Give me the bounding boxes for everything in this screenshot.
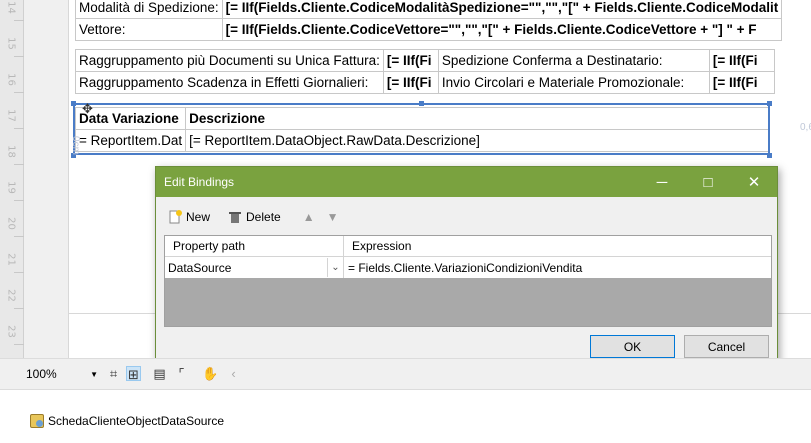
designer-statusbar: 100% ▼ ⌗ ⊞ ▤ ⌜ ✋ ‹ [0,358,811,388]
column-header-expression[interactable]: Expression [344,236,419,256]
snap-to-grid-icon[interactable]: ⊞ [126,366,141,382]
ruler-tick-mark [14,344,24,345]
trash-icon [229,212,242,223]
ruler-tick-label: 22 [5,289,17,302]
move-handle-icon[interactable]: ✥ [82,102,96,116]
object-datasource-icon [30,414,44,428]
property-path-select[interactable]: DataSource ⌄ [165,257,344,278]
table-row[interactable]: Raggruppamento Scadenza in Effetti Giorn… [75,71,776,94]
table-selection-frame[interactable] [73,103,770,155]
close-icon[interactable]: ✕ [731,167,777,197]
ok-button[interactable]: OK [590,335,675,358]
ruler-icon[interactable]: ⌜ [174,366,189,381]
resize-handle[interactable] [71,101,76,106]
dropdown-arrow-icon: ▼ [90,369,98,379]
cancel-button[interactable]: Cancel [684,335,769,358]
resize-handle[interactable] [419,101,424,106]
table-row[interactable]: Modalità di Spedizione: [= IIf(Fields.Cl… [75,0,783,19]
carrier-label[interactable]: Vettore: [75,18,223,41]
ruler-tick-label: 21 [5,253,17,266]
ruler-tick-mark [14,236,24,237]
option-label[interactable]: Spedizione Conferma a Destinatario: [437,49,710,72]
ruler-tick-label: 18 [5,145,17,158]
shipping-label[interactable]: Modalità di Spedizione: [75,0,223,19]
table-row[interactable]: Raggruppamento più Documenti su Unica Fa… [75,49,776,72]
ruler-tick-mark [14,128,24,129]
resize-handle[interactable] [767,153,772,158]
data-sources-panel: SchedaClienteObjectDataSource [0,389,811,443]
ruler-tick-mark [14,56,24,57]
options-table[interactable]: Raggruppamento più Documenti su Unica Fa… [75,49,776,94]
new-document-icon [169,210,182,224]
option-label[interactable]: Raggruppamento più Documenti su Unica Fa… [75,49,384,72]
new-button-label: New [186,210,211,224]
option-value[interactable]: [= IIf(Fi [382,71,439,94]
vertical-ruler: 14 15 16 17 18 19 20 21 22 23 [0,0,24,358]
option-value[interactable]: [= IIf(Fi [708,71,776,94]
option-value[interactable]: [= IIf(Fi [708,49,776,72]
minimize-icon[interactable]: ─ [639,167,685,197]
option-value[interactable]: [= IIf(Fi [382,49,439,72]
chevron-left-icon[interactable]: ‹ [226,366,241,381]
carrier-expression[interactable]: [= IIf(Fields.Cliente.CodiceVettore="","… [221,18,783,41]
ruler-tick-mark [14,92,24,93]
ruler-tick-label: 23 [5,325,17,338]
delete-button-label: Delete [246,210,281,224]
delete-button[interactable]: Delete [224,209,285,225]
resize-handle[interactable] [767,101,772,106]
option-label[interactable]: Raggruppamento Scadenza in Effetti Giorn… [75,71,384,94]
table-row[interactable]: DataSource ⌄ = Fields.Cliente.Variazioni… [165,257,771,278]
ruler-tick-mark [14,164,24,165]
zoom-value: 100% [26,367,57,381]
column-header-property-path[interactable]: Property path [165,236,344,256]
data-source-name: SchedaClienteObjectDataSource [48,414,225,428]
ruler-tick-label: 20 [5,217,17,230]
maximize-icon[interactable]: □ [685,167,731,197]
ruler-tick-label: 17 [5,109,17,122]
ruler-tick-label: 15 [5,37,17,50]
move-up-icon[interactable]: ▲ [299,209,319,225]
property-path-value: DataSource [168,260,232,275]
option-label[interactable]: Invio Circolari e Materiale Promozionale… [437,71,710,94]
ruler-unit-label: 0cm [69,136,81,155]
dialog-titlebar[interactable]: Edit Bindings ─ □ ✕ [156,167,777,197]
table-row[interactable]: Vettore: [= IIf(Fields.Cliente.CodiceVet… [75,18,783,41]
shipping-expression[interactable]: [= IIf(Fields.Cliente.CodiceModalitàSped… [221,0,783,19]
dialog-toolbar: New Delete ▲ ▼ [164,209,342,225]
grid-header: Property path Expression [165,236,771,257]
dialog-title: Edit Bindings [164,175,235,189]
ruler-tick-label: 16 [5,73,17,86]
margin-indicator: 0,6 [800,122,811,133]
new-button[interactable]: New [164,209,214,225]
data-source-item[interactable]: SchedaClienteObjectDataSource [30,414,224,428]
ruler-tick-mark [14,308,24,309]
ruler-tick-mark [14,20,24,21]
table-layout-icon[interactable]: ▤ [152,366,167,381]
ruler-tick-label: 19 [5,181,17,194]
move-down-icon[interactable]: ▼ [323,209,343,225]
bindings-grid[interactable]: Property path Expression DataSource ⌄ = … [164,235,772,327]
edit-bindings-dialog[interactable]: Edit Bindings ─ □ ✕ New Delete ▲ ▼ Prope… [155,166,778,364]
shipping-table[interactable]: Modalità di Spedizione: [= IIf(Fields.Cl… [75,0,783,41]
zoom-select[interactable]: 100% ▼ [26,365,98,383]
ruler-tick-label: 14 [5,1,17,14]
ruler-tick-mark [14,272,24,273]
chevron-down-icon[interactable]: ⌄ [327,258,343,277]
ruler-tick-mark [14,200,24,201]
grid-icon[interactable]: ⌗ [106,366,121,381]
hand-pan-icon[interactable]: ✋ [202,366,218,381]
expression-field[interactable]: = Fields.Cliente.VariazioniCondizioniVen… [344,257,771,278]
